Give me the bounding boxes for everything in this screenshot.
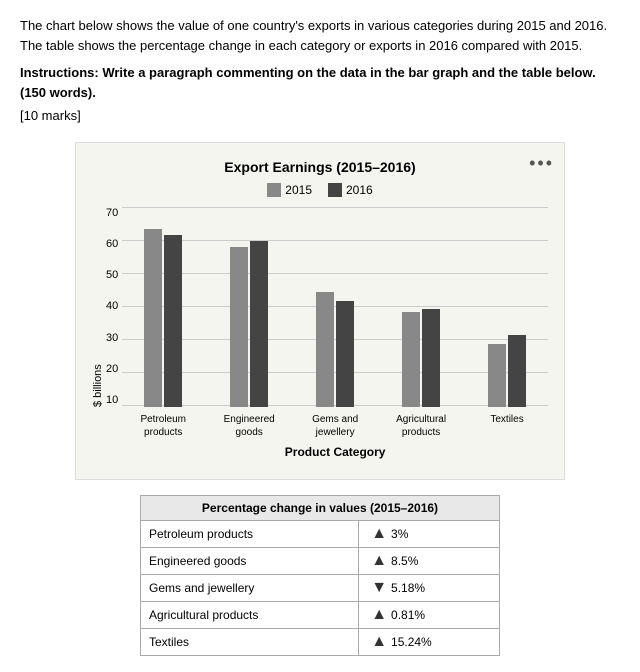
arrow-down-icon: ▼ (371, 579, 387, 597)
bars-area: PetroleumproductsEngineeredgoodsGems and… (122, 207, 548, 469)
change-value-0: 3% (391, 527, 408, 541)
table-change-0: ▲ 3% (359, 520, 500, 547)
legend-2015: 2015 (267, 183, 312, 197)
table-change-1: ▲ 8.5% (359, 547, 500, 574)
arrow-up-icon: ▲ (371, 606, 387, 624)
table-row-2: Gems and jewellery ▼ 5.18% (141, 574, 500, 601)
table-row-1: Engineered goods ▲ 8.5% (141, 547, 500, 574)
table-row-0: Petroleum products ▲ 3% (141, 520, 500, 547)
table-row-3: Agricultural products ▲ 0.81% (141, 601, 500, 628)
legend-2016: 2016 (328, 183, 373, 197)
x-label-2: Gems andjewellery (294, 413, 376, 439)
x-axis-labels: PetroleumproductsEngineeredgoodsGems and… (122, 413, 548, 439)
marks-text: [10 marks] (20, 106, 620, 126)
arrow-up-icon: ▲ (371, 633, 387, 651)
x-label-4: Textiles (466, 413, 548, 439)
bar-2016-1 (250, 241, 268, 407)
change-value-2: 5.18% (391, 581, 425, 595)
change-value-3: 0.81% (391, 608, 425, 622)
bar-group-0 (122, 229, 204, 406)
chart-title: Export Earnings (2015–2016) (92, 159, 548, 175)
bar-2016-4 (508, 335, 526, 406)
table-change-3: ▲ 0.81% (359, 601, 500, 628)
bar-group-4 (466, 335, 548, 406)
legend-2016-label: 2016 (346, 183, 373, 197)
bar-2016-2 (336, 301, 354, 407)
bar-2015-3 (402, 312, 420, 406)
table-row-4: Textiles ▲ 15.24% (141, 628, 500, 655)
table-category-4: Textiles (141, 628, 359, 655)
instructions-text: Instructions: Write a paragraph commenti… (20, 63, 620, 102)
table-category-2: Gems and jewellery (141, 574, 359, 601)
y-axis-values: 70 60 50 40 30 20 10 (106, 207, 122, 407)
legend-2016-box (328, 183, 342, 197)
bar-group-2 (294, 292, 376, 406)
bar-2015-1 (230, 247, 248, 407)
bar-group-1 (208, 241, 290, 407)
bar-2015-4 (488, 344, 506, 407)
change-value-4: 15.24% (391, 635, 432, 649)
chart-legend: 2015 2016 (92, 183, 548, 197)
bar-group-3 (380, 309, 462, 406)
table-change-2: ▼ 5.18% (359, 574, 500, 601)
legend-2015-box (267, 183, 281, 197)
legend-2015-label: 2015 (285, 183, 312, 197)
table-wrapper-outer: Percentage change in values (2015–2016) … (20, 495, 620, 656)
chart-menu-icon[interactable]: ••• (529, 153, 554, 174)
arrow-up-icon: ▲ (371, 525, 387, 543)
x-axis-title: Product Category (122, 445, 548, 459)
change-value-1: 8.5% (391, 554, 418, 568)
arrow-up-icon: ▲ (371, 552, 387, 570)
x-label-3: Agriculturalproducts (380, 413, 462, 439)
y-axis-label: $ billions (92, 207, 104, 407)
chart-body: $ billions 70 60 50 40 30 20 10 Petroleu… (92, 207, 548, 469)
table-category-1: Engineered goods (141, 547, 359, 574)
table-header: Percentage change in values (2015–2016) (141, 495, 500, 520)
bar-2015-2 (316, 292, 334, 406)
table-category-0: Petroleum products (141, 520, 359, 547)
bar-2016-3 (422, 309, 440, 406)
x-label-1: Engineeredgoods (208, 413, 290, 439)
chart-container: ••• Export Earnings (2015–2016) 2015 201… (75, 142, 565, 480)
intro-description: The chart below shows the value of one c… (20, 16, 620, 55)
table-change-4: ▲ 15.24% (359, 628, 500, 655)
x-label-0: Petroleumproducts (122, 413, 204, 439)
bar-2016-0 (164, 235, 182, 406)
bar-2015-0 (144, 229, 162, 406)
table-category-3: Agricultural products (141, 601, 359, 628)
bars-row (122, 207, 548, 407)
percentage-table: Percentage change in values (2015–2016) … (140, 495, 500, 656)
